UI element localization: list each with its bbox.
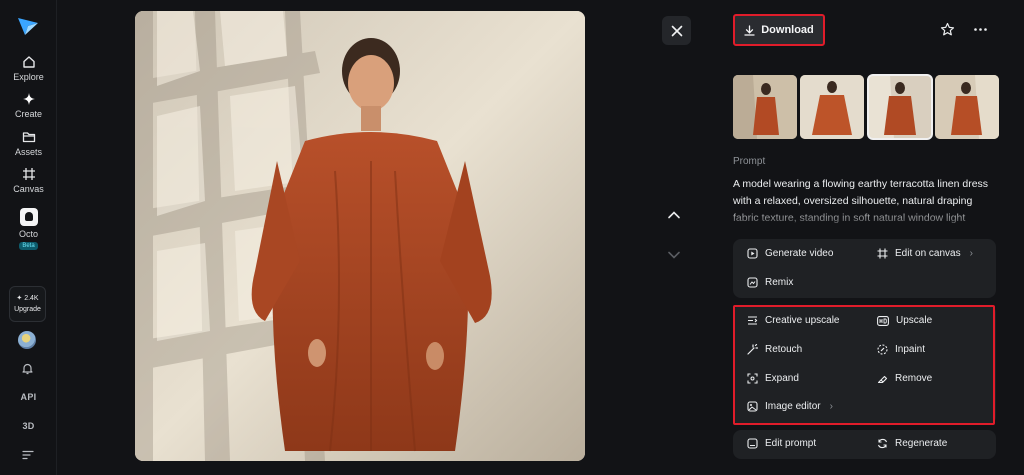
- regenerate-button[interactable]: Regenerate: [877, 438, 947, 449]
- upscale-hd-icon: [877, 315, 889, 326]
- home-icon: [22, 56, 35, 68]
- thumbnail-3-selected[interactable]: [867, 74, 933, 140]
- variant-thumbnails: [733, 74, 1003, 140]
- nav-item-label: Canvas: [13, 184, 44, 194]
- image-editor-button[interactable]: Image editor ›: [747, 401, 833, 412]
- edit-prompt-label: Edit prompt: [765, 438, 817, 449]
- folder-icon: [22, 132, 35, 143]
- 3d-link[interactable]: 3D: [0, 421, 57, 431]
- generate-video-button[interactable]: Generate video: [747, 248, 833, 259]
- sparkle-icon: [22, 93, 35, 105]
- canvas-icon: [877, 248, 888, 259]
- remix-button[interactable]: Remix: [747, 277, 793, 288]
- regenerate-icon: [877, 438, 888, 449]
- creative-upscale-label: Creative upscale: [765, 315, 840, 326]
- image-editor-icon: [747, 401, 758, 412]
- download-button[interactable]: Download: [733, 14, 825, 46]
- bell-icon[interactable]: [21, 362, 34, 375]
- nav-item-label: Assets: [14, 147, 42, 157]
- edit-on-canvas-label: Edit on canvas: [895, 248, 961, 259]
- image-viewer: [57, 0, 721, 475]
- creative-upscale-button[interactable]: Creative upscale: [747, 315, 839, 326]
- edit-prompt-button[interactable]: Edit prompt: [747, 438, 816, 449]
- magic-wand-icon: [747, 344, 758, 355]
- expand-icon: [747, 373, 758, 384]
- regenerate-label: Regenerate: [895, 438, 948, 449]
- retouch-label: Retouch: [765, 344, 803, 355]
- nav-item-label: Explore: [13, 72, 44, 82]
- download-label: Download: [761, 24, 814, 36]
- beta-badge: Beta: [19, 242, 38, 250]
- generated-image[interactable]: [135, 11, 585, 461]
- nav-item-create[interactable]: Create: [0, 92, 57, 119]
- retouch-button[interactable]: Retouch: [747, 344, 802, 355]
- previous-image-chevron-up-icon[interactable]: [666, 207, 682, 223]
- thumbnail-1[interactable]: [733, 75, 797, 139]
- canvas-icon: [22, 168, 35, 180]
- chevron-right-icon: ›: [969, 248, 973, 259]
- nav-item-octo[interactable]: Octo Beta: [0, 208, 57, 250]
- details-panel: Download Prompt A model wearing a flowin…: [721, 0, 1024, 475]
- generate-video-label: Generate video: [765, 248, 834, 259]
- inpaint-brush-icon: [877, 344, 888, 355]
- edit-on-canvas-button[interactable]: Edit on canvas ›: [877, 248, 973, 259]
- avatar[interactable]: [18, 331, 36, 349]
- remix-icon: [747, 277, 758, 288]
- nav-item-label: Create: [14, 109, 42, 119]
- thumbnail-2[interactable]: [800, 75, 864, 139]
- expand-button[interactable]: Expand: [747, 373, 799, 384]
- more-options-icon[interactable]: [973, 22, 988, 37]
- creative-upscale-icon: [748, 316, 758, 325]
- play-video-icon: [747, 248, 758, 259]
- upgrade-label: Upgrade: [14, 306, 41, 313]
- inpaint-label: Inpaint: [895, 344, 926, 355]
- favorite-star-icon[interactable]: [940, 22, 955, 37]
- upscale-button[interactable]: Upscale: [877, 315, 932, 326]
- octo-icon: [19, 208, 38, 226]
- app-logo-icon[interactable]: [17, 16, 39, 36]
- prompt-text: A model wearing a flowing earthy terraco…: [733, 178, 989, 224]
- next-image-chevron-down-icon[interactable]: [666, 247, 682, 263]
- download-icon: [744, 24, 755, 36]
- chevron-right-icon: ›: [829, 401, 833, 412]
- prompt-label: Prompt: [733, 156, 766, 167]
- nav-item-assets[interactable]: Assets: [0, 130, 57, 157]
- edit-prompt-icon: [747, 438, 758, 449]
- upgrade-button[interactable]: ✦ 2.4K Upgrade: [9, 286, 46, 322]
- inpaint-button[interactable]: Inpaint: [877, 344, 925, 355]
- remove-label: Remove: [895, 373, 933, 384]
- nav-item-explore[interactable]: Explore: [0, 55, 57, 82]
- upscale-label: Upscale: [896, 315, 933, 326]
- nav-item-canvas[interactable]: Canvas: [0, 167, 57, 194]
- credits-count: ✦ 2.4K: [16, 295, 39, 302]
- menu-icon[interactable]: [22, 450, 34, 460]
- remix-label: Remix: [765, 277, 794, 288]
- image-editor-label: Image editor: [765, 401, 821, 412]
- app-root: Explore Create Assets Canvas Octo Beta ✦…: [0, 0, 1024, 475]
- close-button[interactable]: [662, 16, 691, 45]
- close-icon: [671, 25, 682, 36]
- eraser-icon: [877, 375, 888, 384]
- left-navigation: Explore Create Assets Canvas Octo Beta ✦…: [0, 0, 57, 475]
- generated-image-illustration: [135, 11, 585, 461]
- remove-button[interactable]: Remove: [877, 373, 932, 384]
- thumbnail-4[interactable]: [935, 75, 999, 139]
- api-link[interactable]: API: [0, 392, 57, 402]
- nav-item-label: Octo: [18, 229, 38, 239]
- expand-label: Expand: [765, 373, 799, 384]
